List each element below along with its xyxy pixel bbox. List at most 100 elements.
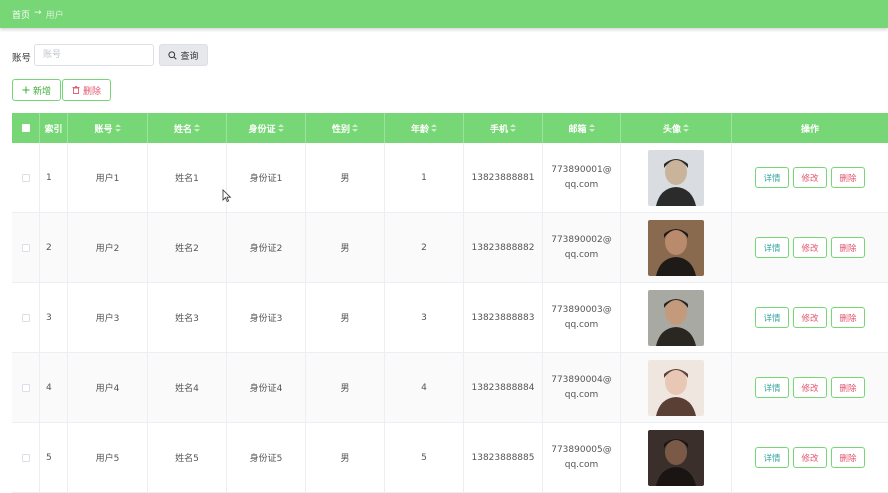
row-checkbox-cell [12,353,40,422]
user-table: 索引 账号 姓名 身份证 性别 年龄 手机 邮箱 头像 操作 1 用户1 姓名1… [12,113,888,493]
cell-index: 1 [40,143,68,212]
column-header-actions: 操作 [732,113,888,143]
search-button-label: 查询 [180,51,199,62]
cell-age: 5 [385,423,464,492]
sort-icon[interactable] [510,124,516,132]
cell-gender: 男 [306,353,385,422]
add-button[interactable]: 新增 [12,79,61,101]
cell-id-card: 身份证5 [227,423,306,492]
cell-account: 用户2 [68,213,148,282]
row-checkbox-cell [12,283,40,352]
column-header-account[interactable]: 账号 [68,113,148,143]
select-all-checkbox[interactable] [21,124,30,132]
column-header-gender[interactable]: 性别 [306,113,385,143]
cell-phone: 13823888882 [464,213,543,282]
row-checkbox-cell [12,213,40,282]
row-delete-button[interactable]: 删除 [831,377,865,398]
column-header-name[interactable]: 姓名 [148,113,227,143]
cell-age: 4 [385,353,464,422]
row-delete-button[interactable]: 删除 [831,167,865,188]
avatar-image [648,359,704,416]
mouse-cursor-icon [222,189,232,203]
breadcrumb-home[interactable]: 首页 [12,8,30,21]
sort-icon[interactable] [352,124,358,132]
cell-email: 773890005@qq.com [543,423,621,492]
cell-gender: 男 [306,283,385,352]
row-delete-button[interactable]: 删除 [831,307,865,328]
edit-button[interactable]: 修改 [793,307,827,328]
column-header-label: 身份证 [248,124,276,135]
sort-icon[interactable] [588,124,595,132]
column-header-age[interactable]: 年龄 [385,113,464,143]
avatar-image [648,289,704,346]
row-checkbox[interactable] [21,173,30,182]
column-header-label: 手机 [489,124,508,135]
column-header-avatar[interactable]: 头像 [621,113,732,143]
cell-account: 用户5 [68,423,148,492]
table-row[interactable]: 4 用户4 姓名4 身份证4 男 4 13823888884 773890004… [12,353,888,423]
search-button[interactable]: 查询 [159,44,208,66]
table-row[interactable]: 3 用户3 姓名3 身份证3 男 3 13823888883 773890003… [12,283,888,353]
table-row[interactable]: 5 用户5 姓名5 身份证5 男 5 13823888885 773890005… [12,423,888,493]
cell-name: 姓名4 [148,353,227,422]
cell-id-card: 身份证2 [227,213,306,282]
edit-button[interactable]: 修改 [793,167,827,188]
breadcrumb-current: 用户 [45,11,64,21]
cell-actions: 详情 修改 删除 [732,213,888,282]
sort-icon[interactable] [683,124,689,132]
column-header-phone[interactable]: 手机 [464,113,543,143]
row-delete-button[interactable]: 删除 [831,237,865,258]
detail-button[interactable]: 详情 [755,237,789,258]
cell-name: 姓名5 [148,423,227,492]
detail-button[interactable]: 详情 [755,377,789,398]
row-checkbox[interactable] [21,453,30,462]
table-row[interactable]: 1 用户1 姓名1 身份证1 男 1 13823888881 773890001… [12,143,888,213]
cell-avatar [621,423,732,492]
column-header-label: 姓名 [173,124,192,135]
edit-button[interactable]: 修改 [793,237,827,258]
cell-index: 4 [40,353,68,422]
cell-age: 3 [385,283,464,352]
table-row[interactable]: 2 用户2 姓名2 身份证2 男 2 13823888882 773890002… [12,213,888,283]
column-header-index[interactable]: 索引 [40,113,68,143]
table-body: 1 用户1 姓名1 身份证1 男 1 13823888881 773890001… [12,143,888,493]
email-text: 773890003@qq.com [551,304,612,330]
add-button-label: 新增 [32,86,51,97]
email-text: 773890005@qq.com [551,444,612,470]
cell-actions: 详情 修改 删除 [732,143,888,212]
column-header-label: 操作 [800,124,819,135]
column-header-label: 账号 [94,124,113,135]
detail-button[interactable]: 详情 [755,167,789,188]
cell-index: 3 [40,283,68,352]
cell-actions: 详情 修改 删除 [732,353,888,422]
edit-button[interactable]: 修改 [793,447,827,468]
cell-email: 773890004@qq.com [543,353,621,422]
cell-name: 姓名3 [148,283,227,352]
delete-button[interactable]: 删除 [62,79,111,101]
cell-gender: 男 [306,213,385,282]
search-input[interactable] [34,44,154,66]
cell-name: 姓名1 [148,143,227,212]
detail-button[interactable]: 详情 [755,307,789,328]
sort-icon[interactable] [277,124,284,132]
row-checkbox[interactable] [21,313,30,322]
cell-index: 2 [40,213,68,282]
row-checkbox[interactable] [21,243,30,252]
cell-id-card: 身份证1 [227,143,306,212]
detail-button[interactable]: 详情 [755,447,789,468]
cell-actions: 详情 修改 删除 [732,423,888,492]
column-header-email[interactable]: 邮箱 [543,113,621,143]
cell-email: 773890002@qq.com [543,213,621,282]
sort-icon[interactable] [194,124,200,132]
breadcrumb: 首页 → 用户 [12,8,64,21]
sort-icon[interactable] [114,124,121,132]
cell-id-card: 身份证4 [227,353,306,422]
row-checkbox[interactable] [21,383,30,392]
sort-icon[interactable] [431,124,437,132]
cell-account: 用户4 [68,353,148,422]
edit-button[interactable]: 修改 [793,377,827,398]
row-delete-button[interactable]: 删除 [831,447,865,468]
avatar-image [648,219,704,276]
column-header-id-card[interactable]: 身份证 [227,113,306,143]
column-header-label: 索引 [44,124,63,135]
